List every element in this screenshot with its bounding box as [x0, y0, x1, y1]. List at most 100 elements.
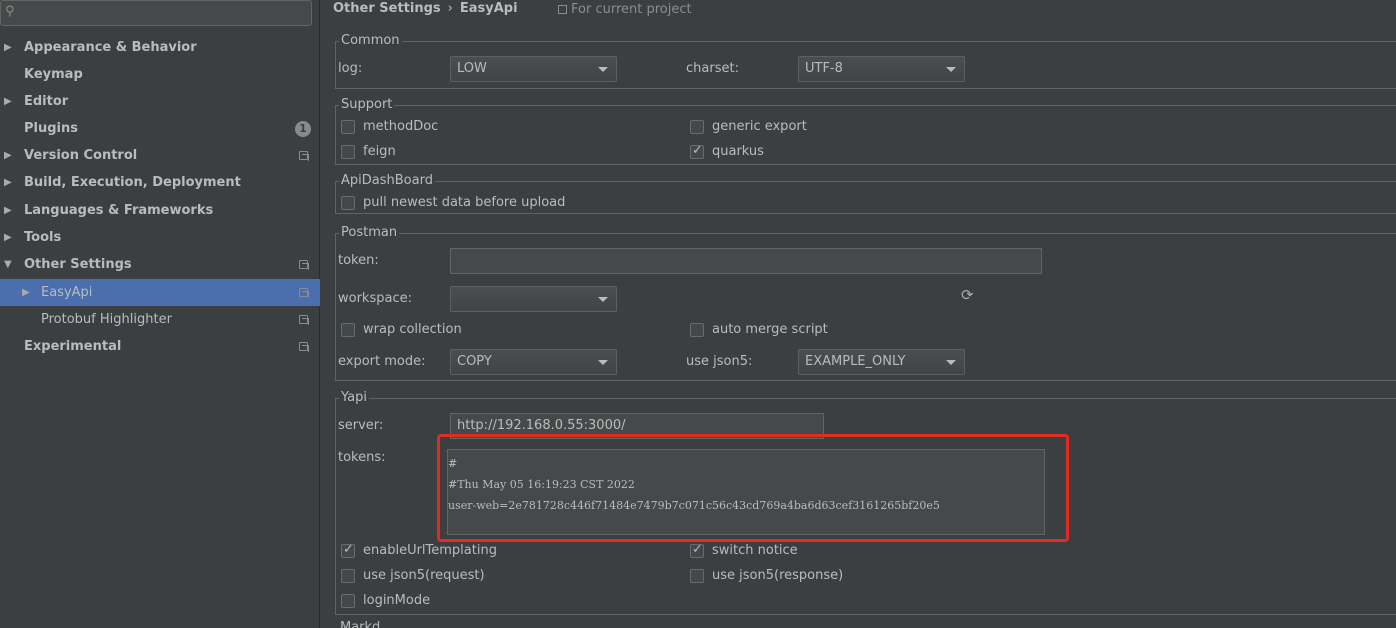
- group-title: ApiDashBoard: [339, 173, 435, 189]
- sidebar-item-label: Keymap: [24, 67, 83, 82]
- sidebar-item-label: Editor: [24, 94, 69, 109]
- checkbox-box: [341, 594, 355, 608]
- checkbox-label: wrap collection: [363, 322, 462, 337]
- sidebar-item-label: Appearance & Behavior: [24, 40, 197, 55]
- expand-arrow-icon: ▶: [4, 96, 12, 107]
- checkbox-label: feign: [363, 144, 396, 159]
- postman-token-input[interactable]: [450, 248, 1042, 274]
- sidebar-item-other-settings[interactable]: ▼ Other Settings: [0, 251, 320, 278]
- group-title: Postman: [339, 225, 400, 241]
- checkbox-label: methodDoc: [363, 119, 439, 134]
- use-json5-request-checkbox[interactable]: use json5(request): [341, 568, 561, 586]
- chevron-down-icon: [598, 67, 608, 72]
- sidebar-item-experimental[interactable]: Experimental: [0, 333, 320, 360]
- checkbox-label: pull newest data before upload: [363, 195, 566, 210]
- export-mode-select[interactable]: COPY: [450, 349, 617, 375]
- checkbox-label: loginMode: [363, 593, 431, 608]
- sidebar-item-label: Experimental: [24, 339, 122, 354]
- methoddoc-checkbox[interactable]: methodDoc: [341, 119, 541, 137]
- select-value: COPY: [457, 354, 492, 369]
- sidebar-item-appearance[interactable]: ▶ Appearance & Behavior: [0, 34, 320, 61]
- sidebar-item-label: Other Settings: [24, 257, 132, 272]
- checkbox-label: use json5(request): [363, 568, 485, 583]
- settings-search-input[interactable]: ⚲: [0, 0, 312, 26]
- pull-newest-checkbox[interactable]: pull newest data before upload: [341, 195, 641, 213]
- chevron-down-icon: [598, 297, 608, 302]
- sidebar-item-languages[interactable]: ▶ Languages & Frameworks: [0, 197, 320, 224]
- sidebar-item-version-control[interactable]: ▶ Version Control: [0, 142, 320, 169]
- checkbox-box: ✓: [341, 542, 355, 558]
- sidebar-item-label: Languages & Frameworks: [24, 203, 214, 218]
- chevron-down-icon: [946, 360, 956, 365]
- expand-arrow-icon: ▶: [4, 205, 12, 216]
- select-value: EXAMPLE_ONLY: [805, 354, 906, 369]
- check-icon: ✓: [692, 143, 703, 158]
- annotation-highlight-box: [437, 434, 1069, 542]
- wrap-collection-checkbox[interactable]: wrap collection: [341, 322, 541, 340]
- scope-label: For current project: [571, 2, 692, 17]
- log-label: log:: [338, 61, 363, 76]
- sidebar-item-easyapi[interactable]: ▶ EasyApi: [0, 279, 320, 306]
- feign-checkbox[interactable]: feign: [341, 144, 541, 162]
- switch-notice-checkbox[interactable]: ✓ switch notice: [690, 542, 890, 561]
- sidebar-item-tools[interactable]: ▶ Tools: [0, 224, 320, 251]
- workspace-select[interactable]: [450, 286, 617, 312]
- login-mode-checkbox[interactable]: loginMode: [341, 593, 541, 611]
- breadcrumb-parent[interactable]: Other Settings: [333, 1, 441, 16]
- tokens-label: tokens:: [338, 450, 386, 465]
- quarkus-checkbox[interactable]: ✓ quarkus: [690, 143, 890, 162]
- select-value: UTF-8: [805, 61, 843, 76]
- use-json5-label: use json5:: [686, 354, 753, 369]
- log-level-select[interactable]: LOW: [450, 56, 617, 82]
- use-json5-select[interactable]: EXAMPLE_ONLY: [798, 349, 965, 375]
- project-scope-icon: [299, 315, 309, 325]
- checkbox-box: [690, 323, 704, 337]
- checkbox-label: generic export: [712, 119, 807, 134]
- check-icon: ✓: [692, 542, 703, 557]
- export-mode-label: export mode:: [338, 354, 426, 369]
- sidebar-item-build[interactable]: ▶ Build, Execution, Deployment: [0, 169, 320, 196]
- update-count-badge: 1: [295, 121, 311, 137]
- check-icon: ✓: [343, 542, 354, 557]
- group-title: Common: [339, 33, 402, 49]
- sidebar-item-protobuf[interactable]: Protobuf Highlighter: [0, 306, 320, 333]
- enable-url-templating-checkbox[interactable]: ✓ enableUrlTemplating: [341, 542, 561, 561]
- group-title: Yapi: [339, 390, 369, 406]
- checkbox-label: use json5(response): [712, 568, 844, 583]
- generic-export-checkbox[interactable]: generic export: [690, 119, 890, 137]
- sidebar-item-label: Tools: [24, 230, 62, 245]
- sidebar-item-plugins[interactable]: Plugins 1: [0, 115, 320, 142]
- checkbox-label: switch notice: [712, 543, 798, 558]
- sidebar-item-label: Build, Execution, Deployment: [24, 175, 241, 190]
- checkbox-box: [341, 323, 355, 337]
- project-scope-icon: [299, 342, 309, 352]
- sidebar-item-editor[interactable]: ▶ Editor: [0, 88, 320, 115]
- use-json5-response-checkbox[interactable]: use json5(response): [690, 568, 890, 586]
- sidebar-item-label: Plugins: [24, 121, 78, 136]
- breadcrumb: Other Settings › EasyApi: [333, 0, 518, 20]
- checkbox-box: ✓: [690, 542, 704, 558]
- next-group-title-partial: Markd: [340, 620, 381, 628]
- expand-arrow-icon: ▶: [22, 287, 30, 298]
- chevron-down-icon: [946, 67, 956, 72]
- input-value: http://192.168.0.55:3000/: [457, 418, 626, 433]
- breadcrumb-current: EasyApi: [459, 1, 518, 16]
- checkbox-label: quarkus: [712, 144, 764, 159]
- checkbox-box: [690, 569, 704, 583]
- project-scope-icon: [299, 151, 309, 161]
- refresh-icon[interactable]: ⟳: [961, 287, 977, 303]
- group-title: Support: [339, 97, 395, 113]
- checkbox-label: auto merge script: [712, 322, 828, 337]
- project-scope-icon: [558, 5, 567, 14]
- sidebar-item-keymap[interactable]: Keymap: [0, 61, 320, 88]
- sidebar-item-label: Protobuf Highlighter: [41, 312, 172, 327]
- checkbox-label: enableUrlTemplating: [363, 543, 497, 558]
- auto-merge-script-checkbox[interactable]: auto merge script: [690, 322, 890, 340]
- chevron-down-icon: [598, 360, 608, 365]
- select-value: LOW: [457, 61, 487, 76]
- charset-select[interactable]: UTF-8: [798, 56, 965, 82]
- server-label: server:: [338, 418, 384, 433]
- checkbox-box: [341, 120, 355, 134]
- breadcrumb-separator: ›: [447, 1, 453, 16]
- workspace-label: workspace:: [338, 291, 412, 306]
